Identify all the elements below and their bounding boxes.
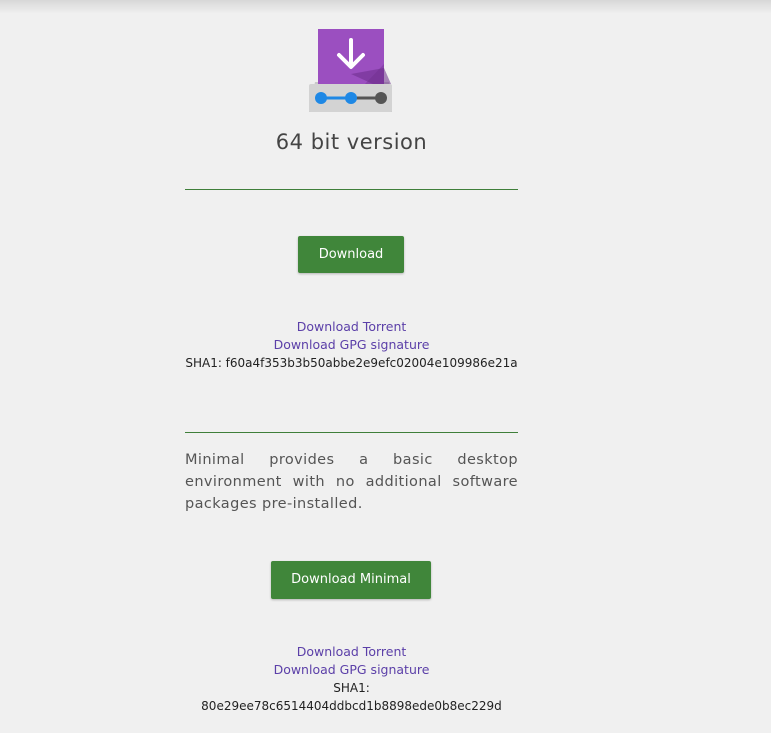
version-title: 64 bit version [275, 130, 428, 154]
download-card: 64 bit version Download Download Torrent… [185, 0, 518, 733]
download-button[interactable]: Download [298, 236, 404, 273]
standard-links: Download Torrent Download GPG signature … [185, 318, 518, 372]
minimal-sha1-label: SHA1: [333, 681, 370, 695]
download-torrent-link[interactable]: Download Torrent [185, 318, 518, 336]
download-gpg-signature-link[interactable]: Download GPG signature [185, 336, 518, 354]
minimal-links: Download Torrent Download GPG signature … [185, 643, 518, 715]
minimal-download-gpg-signature-link[interactable]: Download GPG signature [185, 661, 518, 679]
divider-middle [185, 432, 518, 433]
minimal-download-torrent-link[interactable]: Download Torrent [185, 643, 518, 661]
download-drive-icon [307, 28, 395, 114]
minimal-sha1-checksum: 80e29ee78c6514404ddbcd1b8898ede0b8ec229d [201, 699, 502, 713]
download-minimal-button[interactable]: Download Minimal [271, 561, 431, 599]
divider-top [185, 189, 518, 190]
minimal-description: Minimal provides a basic desktop environ… [185, 452, 518, 512]
sha1-checksum: SHA1: f60a4f353b3b50abbe2e9efc02004e1099… [185, 356, 518, 370]
